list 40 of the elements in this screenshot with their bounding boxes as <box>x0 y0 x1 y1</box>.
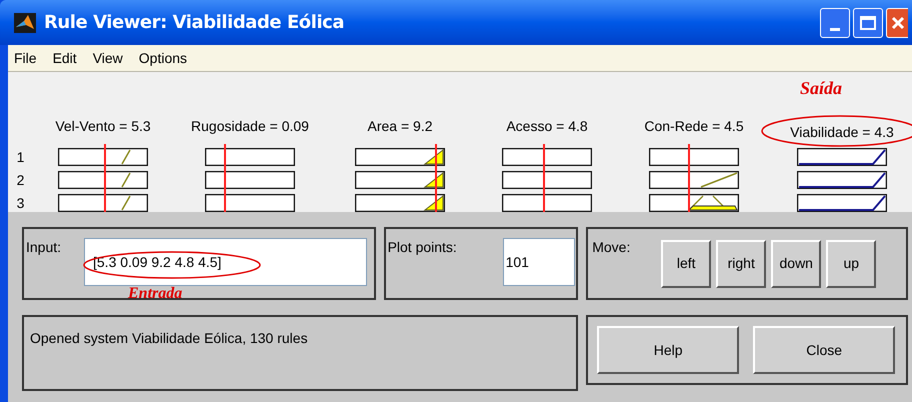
variable-label: Con-Rede = 4.5 <box>644 118 744 134</box>
app-logo-icon <box>14 12 36 32</box>
rule-number: 1 <box>16 148 24 166</box>
variable-label: Viabilidade = 4.3 <box>790 124 894 140</box>
move-button[interactable]: down <box>771 240 822 288</box>
window-title: Rule Viewer: Viabilidade Eólica <box>44 11 344 35</box>
input-value-line[interactable] <box>688 144 690 212</box>
input-value-line[interactable] <box>435 144 437 212</box>
variable-label: Area = 9.2 <box>368 118 432 134</box>
menu-item[interactable]: File <box>14 48 37 68</box>
input-value-line[interactable] <box>104 144 106 212</box>
variable-label: Acesso = 4.8 <box>506 118 588 134</box>
variable-label: Vel-Vento = 5.3 <box>55 118 151 134</box>
close-window-button[interactable] <box>886 8 908 38</box>
close-icon <box>890 16 904 30</box>
move-button[interactable]: up <box>826 240 876 288</box>
plot-points-label: Plot points: <box>388 238 457 257</box>
menu-item[interactable]: Edit <box>52 48 77 68</box>
dialog-button[interactable]: Help <box>597 326 740 374</box>
input-value-line[interactable] <box>224 144 226 212</box>
rule-number: 3 <box>16 194 24 212</box>
move-button[interactable]: right <box>716 240 766 288</box>
plot-points-field[interactable]: 101 <box>502 238 575 286</box>
dialog-button[interactable]: Close <box>753 326 896 374</box>
input-field[interactable]: [5.3 0.09 9.2 4.8 4.5] <box>84 238 367 286</box>
maximize-button[interactable] <box>853 8 883 38</box>
menu-item[interactable]: View <box>92 48 123 68</box>
menu-item[interactable]: Options <box>138 48 188 68</box>
minimize-button[interactable] <box>820 8 850 38</box>
maximize-icon <box>860 16 876 30</box>
status-text: Opened system Viabilidade Eólica, 130 rules <box>30 330 308 346</box>
variable-label: Rugosidade = 0.09 <box>191 118 309 134</box>
input-label: Input: <box>26 238 62 257</box>
rule-number: 2 <box>16 171 24 189</box>
move-button[interactable]: left <box>661 240 712 288</box>
annotation-label: Saída <box>800 77 842 100</box>
input-value-line[interactable] <box>543 144 546 212</box>
move-label: Move: <box>592 238 630 257</box>
annotation-label: Entrada <box>128 285 182 303</box>
minimize-icon <box>830 28 840 30</box>
